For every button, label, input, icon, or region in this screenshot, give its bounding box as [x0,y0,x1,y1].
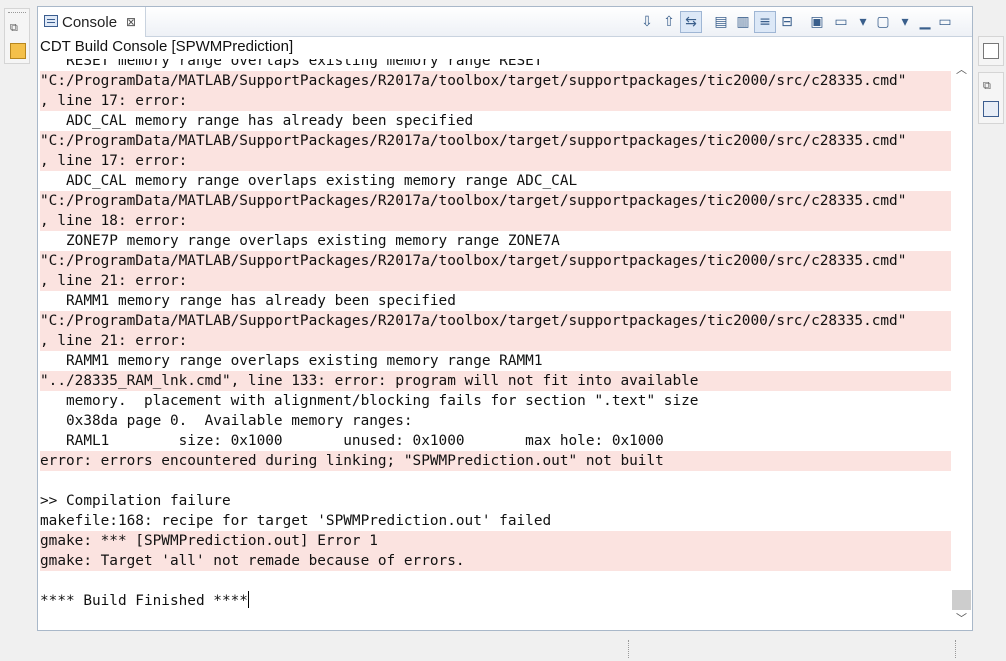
console-line-text: makefile:168: recipe for target 'SPWMPre… [40,513,552,529]
console-line-text: ZONE7P memory range overlaps existing me… [40,233,560,249]
console-line-text: RESET memory range overlaps existing mem… [40,59,543,69]
console-line-text: , line 18: error: [40,213,188,229]
console-error-line: , line 18: error: [40,211,951,231]
console-error-line: , line 17: error: [40,151,951,171]
console-output[interactable]: RESET memory range overlaps existing mem… [40,59,951,630]
console-line-text: >> Compilation failure [40,493,231,509]
word-wrap-icon[interactable]: ≡ [754,11,776,33]
console-line-text: gmake: Target 'all' not remade because o… [40,553,465,569]
console-line-text: , line 17: error: [40,153,188,169]
text-cursor [247,591,249,608]
dropdown-icon[interactable]: ▾ [852,11,874,33]
dropdown-icon[interactable]: ▾ [894,11,916,33]
view-tab-bar: Console ⊠ ⇩ ⇧ ⇆ ▤ ▥ ≡ ⊟ ▣ ▭ ▾ ▢ ▾ ▁ ▭ [38,7,972,37]
clear-console-icon[interactable]: ⊟ [776,11,798,33]
console-icon [44,15,58,27]
right-trim-box-1 [978,36,1004,66]
pin-console-icon[interactable]: ▣ [806,11,828,33]
restore-icon[interactable]: ⧉ [983,79,999,95]
console-line-text: **** Build Finished **** [40,593,248,609]
console-line-text: RAMM1 memory range has already been spec… [40,293,456,309]
link-icon[interactable]: ⇆ [680,11,702,33]
console-line-text: "C:/ProgramData/MATLAB/SupportPackages/R… [40,133,907,149]
scrollbar-thumb[interactable] [952,590,971,610]
right-trim-box-2: ⧉ [978,72,1004,124]
console-line-text: "C:/ProgramData/MATLAB/SupportPackages/R… [40,73,907,89]
console-error-line: error: errors encountered during linking… [40,451,951,471]
console-line: ADC_CAL memory range overlaps existing m… [40,171,951,191]
console-error-line: "../28335_RAM_lnk.cmd", line 133: error:… [40,371,951,391]
console-error-line: , line 21: error: [40,331,951,351]
console-line-text: error: errors encountered during linking… [40,453,664,469]
vertical-scrollbar[interactable]: ︿ ﹀ [951,59,972,630]
console-error-line: "C:/ProgramData/MATLAB/SupportPackages/R… [40,131,951,151]
console-line: >> Compilation failure [40,491,951,511]
console-error-line: gmake: *** [SPWMPrediction.out] Error 1 [40,531,951,551]
paste-icon[interactable]: ▥ [732,11,754,33]
console-line-text: , line 21: error: [40,273,188,289]
console-line-text: RAMM1 memory range overlaps existing mem… [40,353,543,369]
console-line-text: , line 21: error: [40,333,188,349]
console-error-line: , line 17: error: [40,91,951,111]
status-separator [628,640,630,658]
console-error-line: "C:/ProgramData/MATLAB/SupportPackages/R… [40,311,951,331]
view-icon[interactable] [983,43,999,59]
scroll-up-arrow-icon[interactable]: ︿ [951,61,972,79]
maximize-icon[interactable]: ▭ [934,11,956,33]
scroll-down-arrow-icon[interactable]: ﹀ [951,610,972,628]
console-line: memory. placement with alignment/blockin… [40,391,951,411]
console-line: ADC_CAL memory range has already been sp… [40,111,951,131]
console-line: RESET memory range overlaps existing mem… [40,59,951,71]
close-icon[interactable]: ⊠ [126,15,136,29]
left-trim-stack: ⧉ [0,0,34,661]
console-title: CDT Build Console [SPWMPrediction] [40,38,294,55]
scroll-down-icon[interactable]: ⇩ [636,11,658,33]
console-error-line: "C:/ProgramData/MATLAB/SupportPackages/R… [40,191,951,211]
console-line-text: "C:/ProgramData/MATLAB/SupportPackages/R… [40,313,907,329]
console-line-text: 0x38da page 0. Available memory ranges: [40,413,413,429]
console-line: RAMM1 memory range overlaps existing mem… [40,351,951,371]
console-line-text: "../28335_RAM_lnk.cmd", line 133: error:… [40,373,699,389]
status-separator [955,640,957,658]
project-explorer-icon[interactable] [10,43,26,59]
console-error-line: , line 21: error: [40,271,951,291]
console-line: makefile:168: recipe for target 'SPWMPre… [40,511,951,531]
restore-icon[interactable]: ⧉ [10,21,26,37]
console-line: 0x38da page 0. Available memory ranges: [40,411,951,431]
console-line: RAMM1 memory range has already been spec… [40,291,951,311]
display-console-icon[interactable]: ▭ [830,11,852,33]
minimized-view-stack: ⧉ [4,8,30,64]
tab-console-label: Console [62,14,118,31]
console-error-line: "C:/ProgramData/MATLAB/SupportPackages/R… [40,251,951,271]
right-trim-stack: ⧉ [976,0,1006,661]
outline-icon[interactable] [983,101,999,117]
console-line-text: ADC_CAL memory range overlaps existing m… [40,173,578,189]
console-line: **** Build Finished **** [40,591,951,611]
open-console-icon[interactable]: ▢ [872,11,894,33]
trim-grip[interactable] [8,12,26,15]
console-line: ZONE7P memory range overlaps existing me… [40,231,951,251]
console-toolbar: ⇩ ⇧ ⇆ ▤ ▥ ≡ ⊟ ▣ ▭ ▾ ▢ ▾ ▁ ▭ [636,11,971,33]
copy-icon[interactable]: ▤ [710,11,732,33]
minimize-icon[interactable]: ▁ [914,11,936,33]
console-error-line: gmake: Target 'all' not remade because o… [40,551,951,571]
console-line-text: , line 17: error: [40,93,188,109]
console-line-text: memory. placement with alignment/blockin… [40,393,699,409]
scroll-up-icon[interactable]: ⇧ [658,11,680,33]
tab-console[interactable]: Console ⊠ [38,7,146,37]
console-line-text: RAML1 size: 0x1000 unused: 0x1000 max ho… [40,433,664,449]
console-line: RAML1 size: 0x1000 unused: 0x1000 max ho… [40,431,951,451]
console-line-text: "C:/ProgramData/MATLAB/SupportPackages/R… [40,253,907,269]
console-line-text: ADC_CAL memory range has already been sp… [40,113,474,129]
console-view: Console ⊠ ⇩ ⇧ ⇆ ▤ ▥ ≡ ⊟ ▣ ▭ ▾ ▢ ▾ ▁ ▭ CDT Build Conso… [37,6,973,631]
console-line-text: "C:/ProgramData/MATLAB/SupportPackages/R… [40,193,907,209]
console-error-line: "C:/ProgramData/MATLAB/SupportPackages/R… [40,71,951,91]
console-line-text: gmake: *** [SPWMPrediction.out] Error 1 [40,533,378,549]
